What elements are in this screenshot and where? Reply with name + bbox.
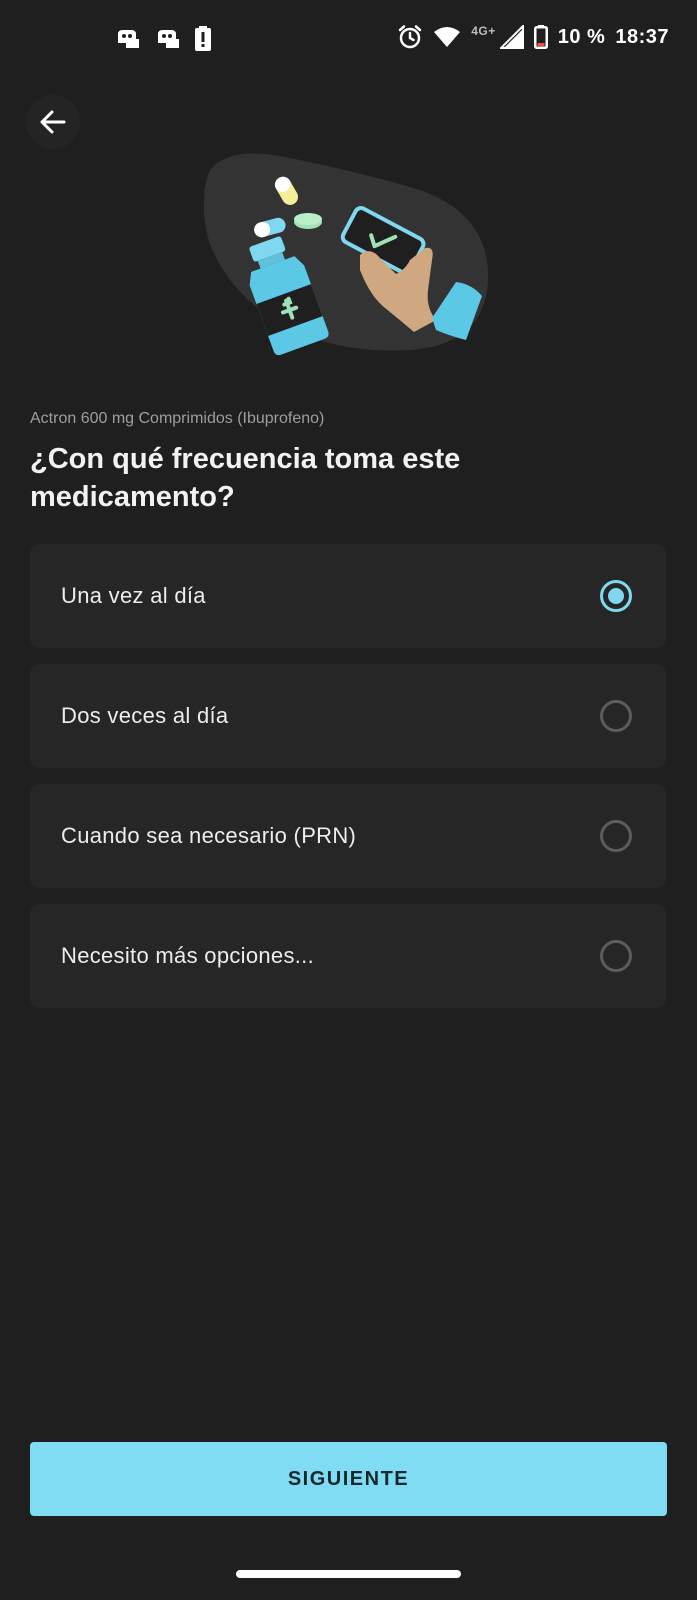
notification-icons	[114, 26, 212, 52]
radio-unchecked-icon[interactable]	[600, 940, 632, 972]
frequency-options: Una vez al día Dos veces al día Cuando s…	[30, 544, 666, 1024]
wifi-icon	[434, 27, 461, 47]
back-button[interactable]	[26, 95, 80, 149]
battery-alert-icon	[195, 26, 211, 51]
arrow-left-icon	[40, 110, 66, 134]
radio-unchecked-icon[interactable]	[600, 700, 632, 732]
option-as-needed[interactable]: Cuando sea necesario (PRN)	[30, 784, 666, 888]
radio-checked-icon[interactable]	[600, 580, 632, 612]
radio-unchecked-icon[interactable]	[600, 820, 632, 852]
medication-name: Actron 600 mg Comprimidos (Ibuprofeno)	[30, 410, 325, 427]
option-label: Una vez al día	[61, 583, 206, 608]
option-label: Necesito más opciones...	[61, 943, 314, 968]
option-twice-a-day[interactable]: Dos veces al día	[30, 664, 666, 768]
option-label: Cuando sea necesario (PRN)	[61, 823, 357, 848]
cellular-signal-icon	[499, 25, 524, 49]
battery-low-icon	[533, 25, 548, 49]
system-status: 4G+ 10 % 18:37	[397, 24, 669, 50]
page-title: ¿Con qué frecuencia toma este medicament…	[30, 443, 461, 513]
app-notification-icon	[118, 30, 139, 48]
option-once-a-day[interactable]: Una vez al día	[30, 544, 666, 648]
battery-percentage: 10 %	[557, 25, 606, 48]
medication-illustration	[203, 153, 489, 356]
status-bar: 4G+ 10 % 18:37	[0, 0, 697, 80]
next-button[interactable]: SIGUIENTE	[30, 1442, 667, 1516]
network-type-label: 4G+	[471, 24, 496, 38]
option-label: Dos veces al día	[61, 703, 229, 728]
app-notification-icon	[158, 30, 179, 48]
home-indicator[interactable]	[236, 1570, 461, 1578]
option-more-options[interactable]: Necesito más opciones...	[30, 904, 666, 1008]
alarm-icon	[398, 25, 422, 49]
clock: 18:37	[615, 25, 669, 48]
